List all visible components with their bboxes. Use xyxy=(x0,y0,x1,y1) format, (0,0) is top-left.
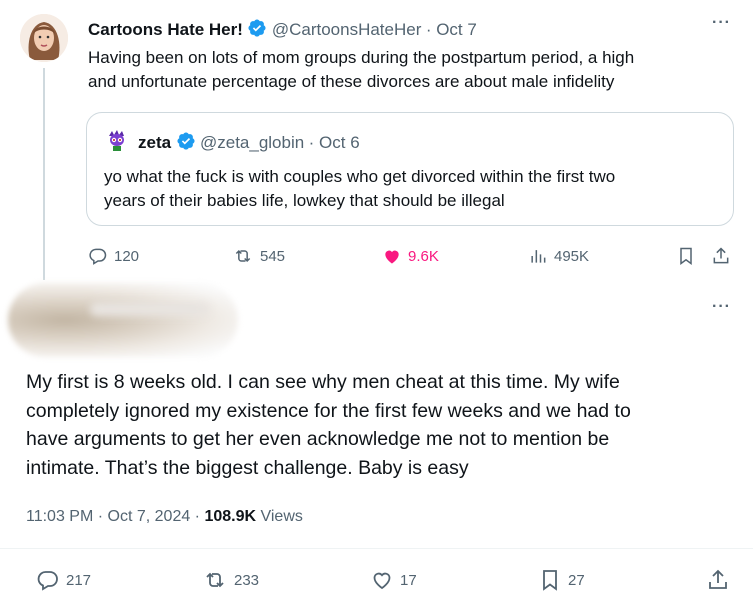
bookmark-button[interactable]: 27 xyxy=(538,568,585,592)
reply-button[interactable]: 120 xyxy=(88,246,139,266)
repost-icon xyxy=(206,572,224,588)
bookmark-button[interactable] xyxy=(676,246,696,271)
reply-count: 120 xyxy=(114,247,140,265)
views-count: 108.9K xyxy=(204,508,257,525)
reply-count: 217 xyxy=(66,571,92,589)
bookmark-icon xyxy=(680,247,692,265)
like-button[interactable]: 17 xyxy=(370,568,417,592)
views-label: Views xyxy=(256,508,303,525)
quote-header: zeta @zeta_globin · Oct 6 xyxy=(138,131,360,156)
tweet-text-line: Having been on lots of mom groups during… xyxy=(88,48,635,67)
share-icon xyxy=(713,247,729,264)
tweet-text-line: and unfortunate percentage of these divo… xyxy=(88,72,615,91)
heart-icon xyxy=(373,572,391,590)
tweet-date[interactable]: · Oct 7 xyxy=(426,20,477,39)
like-count: 9.6K xyxy=(408,247,439,265)
more-options-icon[interactable]: ··· xyxy=(712,14,731,32)
share-button[interactable] xyxy=(706,568,730,597)
main-tweet-text-line: intimate. That’s the biggest challenge. … xyxy=(26,456,469,479)
divider xyxy=(0,548,753,549)
repost-icon xyxy=(235,249,251,263)
more-options-icon[interactable]: ··· xyxy=(712,298,731,316)
main-tweet-text-line: have arguments to get her even acknowled… xyxy=(26,428,610,451)
author-name[interactable]: Cartoons Hate Her! xyxy=(88,20,243,39)
main-tweet-text-line: My first is 8 weeks old. I can see why m… xyxy=(26,371,620,393)
quote-text: yo what the fuck is with couples who get… xyxy=(104,165,615,213)
author-name-blurred xyxy=(90,302,210,316)
quote-author-name: zeta xyxy=(138,133,172,152)
views-count: 495K xyxy=(554,247,590,265)
bookmark-icon xyxy=(543,570,557,591)
main-tweet-text-line: completely ignored my existence for the … xyxy=(26,399,631,422)
tweet-text: Having been on lots of mom groups during… xyxy=(88,46,634,94)
views-button[interactable]: 495K xyxy=(528,246,589,266)
tweet-timestamp[interactable]: 11:03 PM · Oct 7, 2024 · xyxy=(26,508,204,525)
heart-filled-icon xyxy=(385,250,399,264)
repost-count: 233 xyxy=(234,571,260,589)
verified-badge-icon xyxy=(176,131,196,156)
bookmark-count: 27 xyxy=(568,571,585,589)
repost-button[interactable]: 233 xyxy=(202,568,259,592)
thread-line xyxy=(43,68,45,280)
like-count: 17 xyxy=(400,571,417,589)
verified-badge-icon xyxy=(247,18,267,43)
analytics-icon xyxy=(531,250,546,263)
quote-avatar xyxy=(104,127,130,153)
reply-icon xyxy=(37,571,58,591)
author-handle[interactable]: @CartoonsHateHer xyxy=(272,20,422,39)
quote-text-line: years of their babies life, lowkey that … xyxy=(104,191,505,210)
share-button[interactable] xyxy=(711,246,731,271)
like-button[interactable]: 9.6K xyxy=(382,246,439,266)
main-tweet-text: My first is 8 weeks old. I can see why m… xyxy=(26,368,631,482)
reply-button[interactable]: 217 xyxy=(36,568,91,592)
tweet-meta: 11:03 PM · Oct 7, 2024 · 108.9K Views xyxy=(26,508,303,526)
repost-count: 545 xyxy=(260,247,286,265)
repost-button[interactable]: 545 xyxy=(232,246,285,266)
tweet-header: Cartoons Hate Her! @CartoonsHateHer · Oc… xyxy=(88,18,477,43)
quote-text-line: yo what the fuck is with couples who get… xyxy=(104,167,616,186)
share-icon xyxy=(709,569,727,589)
quote-date: · Oct 6 xyxy=(308,133,360,152)
avatar-blurred[interactable] xyxy=(8,283,238,357)
quote-author-handle: @zeta_globin xyxy=(199,133,305,152)
avatar[interactable] xyxy=(20,14,68,62)
reply-icon xyxy=(89,248,107,265)
